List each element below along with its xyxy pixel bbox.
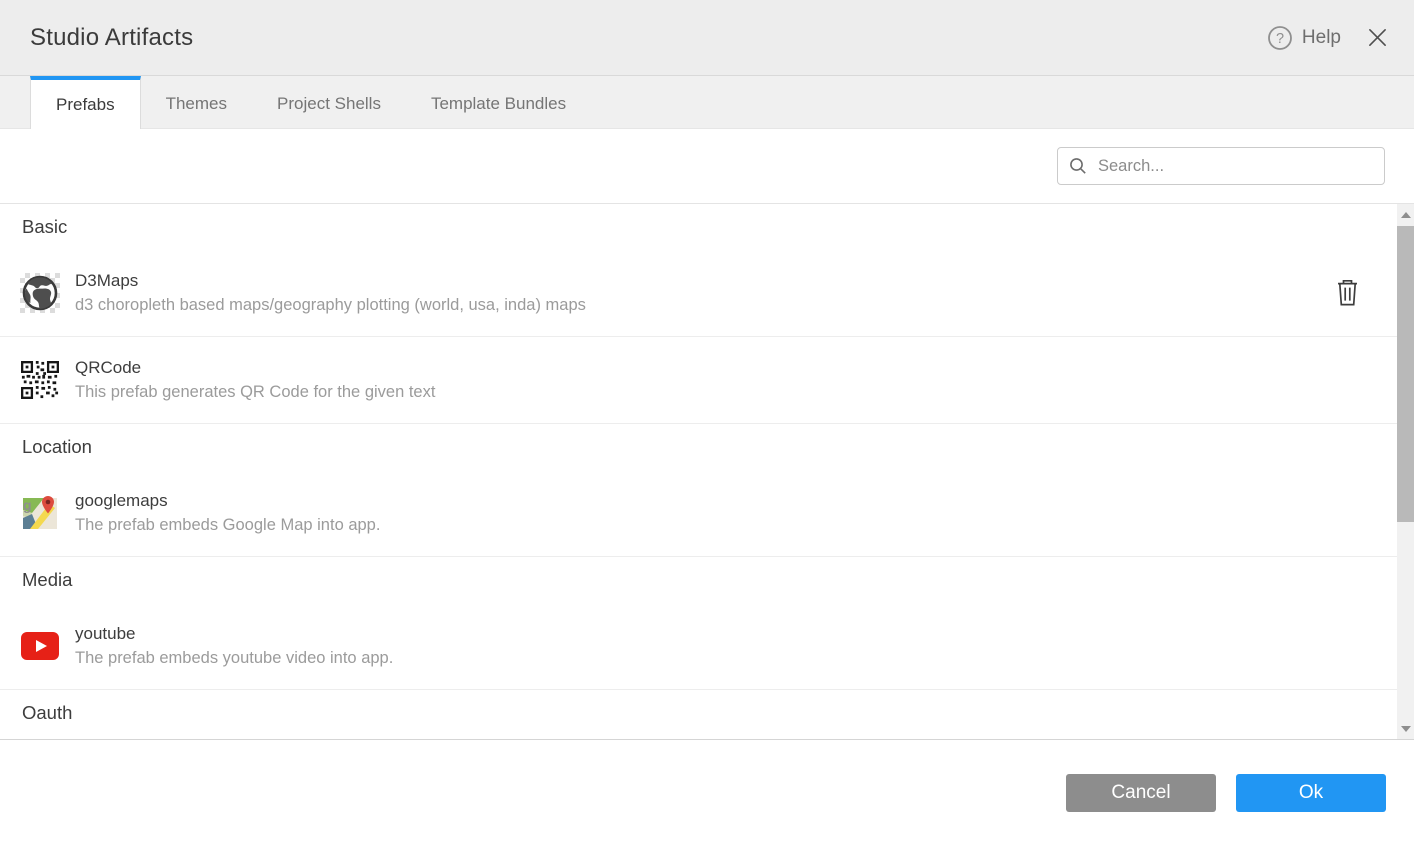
search-row xyxy=(0,129,1414,203)
section-header-media: Media xyxy=(0,557,1397,603)
tab-label: Themes xyxy=(166,94,227,114)
dialog-title: Studio Artifacts xyxy=(30,24,193,52)
search-box[interactable] xyxy=(1057,147,1385,185)
prefab-text: D3Maps d3 choropleth based maps/geography… xyxy=(75,271,586,315)
tab-label: Prefabs xyxy=(56,95,115,115)
tab-prefabs[interactable]: Prefabs xyxy=(30,76,141,129)
prefab-text: googlemaps The prefab embeds Google Map i… xyxy=(75,491,380,535)
prefab-text: youtube The prefab embeds youtube video i… xyxy=(75,624,393,668)
svg-text:?: ? xyxy=(1276,31,1284,47)
tab-template-bundles[interactable]: Template Bundles xyxy=(406,76,591,128)
close-button[interactable] xyxy=(1367,27,1388,48)
youtube-icon xyxy=(20,626,60,666)
prefab-title: googlemaps xyxy=(75,491,380,511)
search-icon xyxy=(1069,157,1087,175)
header-actions: ? Help xyxy=(1267,25,1388,51)
tab-themes[interactable]: Themes xyxy=(141,76,252,128)
prefab-description: This prefab generates QR Code for the gi… xyxy=(75,383,435,402)
prefab-item-qrcode[interactable]: QRCode This prefab generates QR Code for … xyxy=(0,337,1397,424)
section-header-basic: Basic xyxy=(0,204,1397,250)
prefab-description: d3 choropleth based maps/geography plott… xyxy=(75,296,586,315)
prefab-title: youtube xyxy=(75,624,393,644)
prefab-description: The prefab embeds Google Map into app. xyxy=(75,516,380,535)
tab-bar: Prefabs Themes Project Shells Template Bund… xyxy=(0,76,1414,129)
svg-text:g: g xyxy=(23,497,32,513)
prefab-description: The prefab embeds youtube video into app… xyxy=(75,649,393,668)
globe-icon xyxy=(20,273,60,313)
section-header-location: Location xyxy=(0,424,1397,470)
tab-label: Template Bundles xyxy=(431,94,566,114)
help-label: Help xyxy=(1302,27,1341,49)
dialog-header: Studio Artifacts ? Help xyxy=(0,0,1414,76)
tab-project-shells[interactable]: Project Shells xyxy=(252,76,406,128)
qrcode-icon xyxy=(20,360,60,400)
cancel-button[interactable]: Cancel xyxy=(1066,774,1216,812)
scrollbar[interactable] xyxy=(1397,204,1414,739)
search-input[interactable] xyxy=(1096,156,1373,177)
prefab-text: QRCode This prefab generates QR Code for … xyxy=(75,358,435,402)
ok-button[interactable]: Ok xyxy=(1236,774,1386,812)
help-button[interactable]: ? Help xyxy=(1267,25,1341,51)
prefab-item-youtube[interactable]: youtube The prefab embeds youtube video i… xyxy=(0,603,1397,690)
prefab-list-items: Basic D3Maps d3 choropleth based maps/geog… xyxy=(0,204,1397,736)
prefab-list: Basic D3Maps d3 choropleth based maps/geog… xyxy=(0,203,1414,740)
scrollbar-thumb[interactable] xyxy=(1397,226,1414,522)
delete-prefab-button[interactable] xyxy=(1336,279,1359,307)
prefab-title: D3Maps xyxy=(75,271,586,291)
trash-icon xyxy=(1336,279,1359,307)
scroll-up-arrow-icon[interactable] xyxy=(1397,206,1414,223)
prefab-item-googlemaps[interactable]: g googlemaps The prefab embeds Google Map … xyxy=(0,470,1397,557)
section-header-oauth: Oauth xyxy=(0,690,1397,736)
tab-label: Project Shells xyxy=(277,94,381,114)
scroll-down-arrow-icon[interactable] xyxy=(1397,720,1414,737)
close-icon xyxy=(1367,27,1388,48)
google-maps-icon: g xyxy=(20,493,60,533)
help-circle-icon: ? xyxy=(1267,25,1293,51)
prefab-title: QRCode xyxy=(75,358,435,378)
prefab-item-d3maps[interactable]: D3Maps d3 choropleth based maps/geography… xyxy=(0,250,1397,337)
